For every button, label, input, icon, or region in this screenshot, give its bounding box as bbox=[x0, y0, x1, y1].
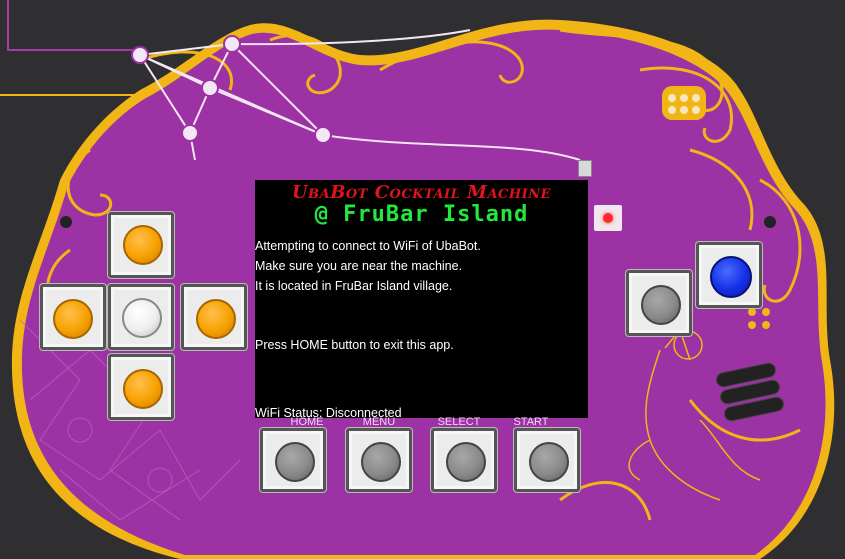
dpad-center-button[interactable] bbox=[108, 284, 174, 350]
start-label: START bbox=[513, 416, 549, 428]
screen-message-line: It is located in FruBar Island village. bbox=[255, 279, 453, 293]
component-square bbox=[578, 160, 592, 177]
dpad-left-cap bbox=[53, 299, 93, 339]
start-button-cap bbox=[529, 442, 569, 482]
dpad-down-cap bbox=[123, 369, 163, 409]
status-led bbox=[594, 205, 622, 231]
badge-emulator: UbaBot Cocktail Machine @ FruBar Island … bbox=[0, 0, 845, 559]
led-red-dot bbox=[603, 213, 613, 223]
select-label: SELECT bbox=[437, 416, 481, 428]
dpad-up-cap bbox=[123, 225, 163, 265]
home-button[interactable] bbox=[260, 428, 326, 492]
home-label: HOME bbox=[290, 416, 324, 428]
menu-label: MENU bbox=[362, 416, 396, 428]
menu-button[interactable] bbox=[346, 428, 412, 492]
b-button[interactable] bbox=[626, 270, 692, 336]
dpad-left-button[interactable] bbox=[40, 284, 106, 350]
screen-message-line: Press HOME button to exit this app. bbox=[255, 338, 454, 352]
home-button-cap bbox=[275, 442, 315, 482]
screen-message-line: Attempting to connect to WiFi of UbaBot. bbox=[255, 239, 481, 253]
display-screen: UbaBot Cocktail Machine @ FruBar Island … bbox=[255, 180, 588, 418]
dpad-right-button[interactable] bbox=[181, 284, 247, 350]
dpad-center-cap bbox=[122, 298, 162, 338]
dpad-down-button[interactable] bbox=[108, 354, 174, 420]
dpad-up-button[interactable] bbox=[108, 212, 174, 278]
dpad-right-cap bbox=[196, 299, 236, 339]
start-button[interactable] bbox=[514, 428, 580, 492]
select-button-cap bbox=[446, 442, 486, 482]
b-button-cap bbox=[641, 285, 681, 325]
screen-subtitle: @ FruBar Island bbox=[314, 202, 529, 227]
select-button[interactable] bbox=[431, 428, 497, 492]
menu-button-cap bbox=[361, 442, 401, 482]
screen-title: UbaBot Cocktail Machine bbox=[291, 182, 552, 203]
a-button[interactable] bbox=[696, 242, 762, 308]
a-button-cap bbox=[710, 256, 752, 298]
screen-message-line: Make sure you are near the machine. bbox=[255, 259, 463, 273]
